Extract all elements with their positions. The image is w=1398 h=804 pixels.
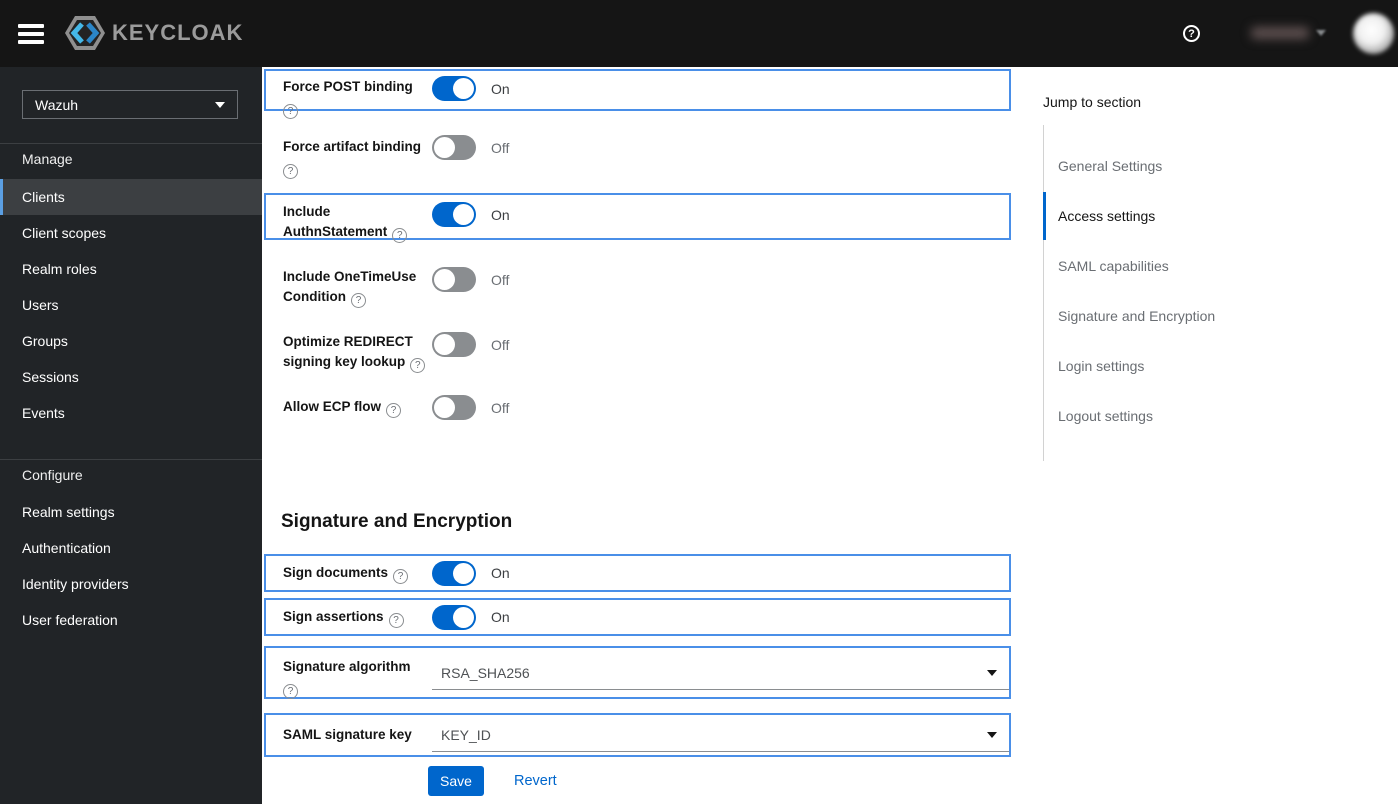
- row-optimize-redirect-lookup: Optimize REDIRECT signing key lookup? Of…: [283, 332, 1011, 373]
- row-force-artifact-binding: Force artifact binding? Off: [283, 135, 1011, 179]
- help-icon[interactable]: ?: [283, 164, 298, 179]
- sign-documents-toggle[interactable]: [432, 560, 476, 586]
- sidebar-item-identity-providers[interactable]: Identity providers: [0, 566, 262, 602]
- jump-item-logout-settings[interactable]: Logout settings: [1058, 391, 1343, 441]
- jump-item-access-settings[interactable]: Access settings: [1043, 191, 1343, 241]
- row-signature-algorithm: Signature algorithm? RSA_SHA256: [264, 646, 1011, 699]
- row-sign-assertions: Sign assertions? On: [264, 598, 1011, 636]
- brand-text: KEYCLOAK: [112, 20, 244, 45]
- nav-toggle-hamburger-icon[interactable]: [18, 24, 46, 44]
- field-label: Sign documents?: [283, 563, 432, 584]
- username-redacted[interactable]: [1251, 27, 1309, 39]
- selected-value: KEY_ID: [441, 726, 491, 743]
- sidebar-item-user-federation[interactable]: User federation: [0, 602, 262, 638]
- sidebar-item-groups[interactable]: Groups: [0, 323, 262, 359]
- field-label: Allow ECP flow?: [283, 397, 432, 418]
- sidebar-item-realm-roles[interactable]: Realm roles: [0, 251, 262, 287]
- help-icon[interactable]: ?: [283, 104, 298, 119]
- field-label: Signature algorithm?: [283, 659, 411, 699]
- jump-item-general-settings[interactable]: General Settings: [1058, 141, 1343, 191]
- toggle-state: On: [491, 565, 510, 581]
- revert-link[interactable]: Revert: [514, 773, 557, 789]
- toggle-state: Off: [491, 336, 510, 353]
- chevron-down-icon: [987, 670, 997, 676]
- field-label: Sign assertions?: [283, 607, 432, 628]
- chevron-down-icon: [987, 731, 997, 738]
- toggle-state: Off: [491, 399, 510, 416]
- field-label: Include OneTimeUse Condition?: [283, 269, 417, 308]
- realm-selector[interactable]: Wazuh: [22, 90, 238, 119]
- masthead: KEYCLOAK ?: [0, 0, 1398, 67]
- sidebar-manage-list: Clients Client scopes Realm roles Users …: [0, 179, 262, 431]
- jump-to-section-panel: Jump to section General Settings Access …: [1043, 94, 1343, 461]
- field-label: Force artifact binding?: [283, 139, 422, 179]
- realm-name: Wazuh: [35, 96, 79, 113]
- sidebar-item-clients[interactable]: Clients: [0, 179, 262, 215]
- sidebar-item-events[interactable]: Events: [0, 395, 262, 431]
- toggle-state: Off: [491, 139, 510, 156]
- toggle-state: On: [491, 609, 510, 625]
- toggle-state: On: [491, 80, 510, 97]
- allow-ecp-flow-toggle[interactable]: [432, 395, 476, 420]
- selected-value: RSA_SHA256: [441, 665, 530, 681]
- keycloak-admin-console: KEYCLOAK ? Wazuh Manage Clients Client s…: [0, 0, 1398, 804]
- sidebar: Wazuh Manage Clients Client scopes Realm…: [0, 67, 262, 804]
- saml-signature-key-select[interactable]: KEY_ID: [432, 718, 1009, 752]
- include-authnstatement-toggle[interactable]: [432, 202, 476, 227]
- row-include-authnstatement: Include AuthnStatement? On: [264, 193, 1011, 243]
- avatar[interactable]: [1353, 13, 1394, 54]
- jump-to-section-list: General Settings Access settings SAML ca…: [1043, 125, 1343, 461]
- jump-item-signature-and-encryption[interactable]: Signature and Encryption: [1058, 291, 1343, 341]
- row-allow-ecp-flow: Allow ECP flow? Off: [283, 395, 1011, 420]
- sidebar-section-configure: Configure: [22, 467, 83, 483]
- sign-assertions-toggle[interactable]: [432, 604, 476, 630]
- help-icon[interactable]: ?: [393, 568, 409, 584]
- field-label: SAML signature key: [283, 727, 412, 742]
- section-heading-signature-encryption: Signature and Encryption: [281, 511, 513, 532]
- realm-chevron-down-icon: [215, 101, 225, 108]
- sidebar-configure-list: Realm settings Authentication Identity p…: [0, 494, 262, 638]
- row-saml-signature-key: SAML signature key KEY_ID: [264, 713, 1011, 757]
- field-label: Include AuthnStatement?: [283, 202, 432, 243]
- help-icon[interactable]: ?: [386, 403, 402, 418]
- help-icon[interactable]: ?: [350, 293, 366, 308]
- row-force-post-binding: Force POST binding? On: [264, 69, 1011, 119]
- toggle-state: Off: [491, 271, 510, 288]
- user-menu-chevron-down-icon[interactable]: [1316, 30, 1326, 36]
- jump-item-login-settings[interactable]: Login settings: [1058, 341, 1343, 391]
- keycloak-brand[interactable]: KEYCLOAK: [64, 15, 243, 51]
- jump-to-section-title: Jump to section: [1043, 94, 1142, 110]
- sidebar-section-manage: Manage: [22, 151, 73, 167]
- signature-algorithm-select[interactable]: RSA_SHA256: [432, 657, 1009, 690]
- help-icon[interactable]: ?: [1183, 25, 1200, 42]
- force-post-binding-toggle[interactable]: [432, 76, 476, 101]
- row-sign-documents: Sign documents? On: [264, 554, 1011, 592]
- sidebar-item-sessions[interactable]: Sessions: [0, 359, 262, 395]
- help-icon[interactable]: ?: [410, 358, 426, 373]
- field-label: Optimize REDIRECT signing key lookup?: [283, 332, 432, 373]
- field-label: Force POST binding?: [283, 79, 413, 119]
- sidebar-item-users[interactable]: Users: [0, 287, 262, 323]
- help-icon[interactable]: ?: [388, 612, 404, 628]
- sidebar-divider: [0, 459, 262, 460]
- force-artifact-binding-toggle[interactable]: [432, 135, 476, 160]
- sidebar-item-client-scopes[interactable]: Client scopes: [0, 215, 262, 251]
- keycloak-logo-icon: [65, 16, 105, 50]
- help-icon[interactable]: ?: [283, 684, 298, 699]
- toggle-state: On: [491, 206, 510, 223]
- sidebar-item-realm-settings[interactable]: Realm settings: [0, 494, 262, 530]
- jump-item-saml-capabilities[interactable]: SAML capabilities: [1058, 241, 1343, 291]
- sidebar-item-authentication[interactable]: Authentication: [0, 530, 262, 566]
- save-button[interactable]: Save: [428, 766, 484, 796]
- help-icon[interactable]: ?: [392, 228, 408, 243]
- row-include-onetimeuse-condition: Include OneTimeUse Condition? Off: [283, 267, 1011, 308]
- include-onetimeuse-toggle[interactable]: [432, 267, 476, 292]
- optimize-redirect-toggle[interactable]: [432, 332, 476, 357]
- sidebar-divider: [0, 143, 262, 144]
